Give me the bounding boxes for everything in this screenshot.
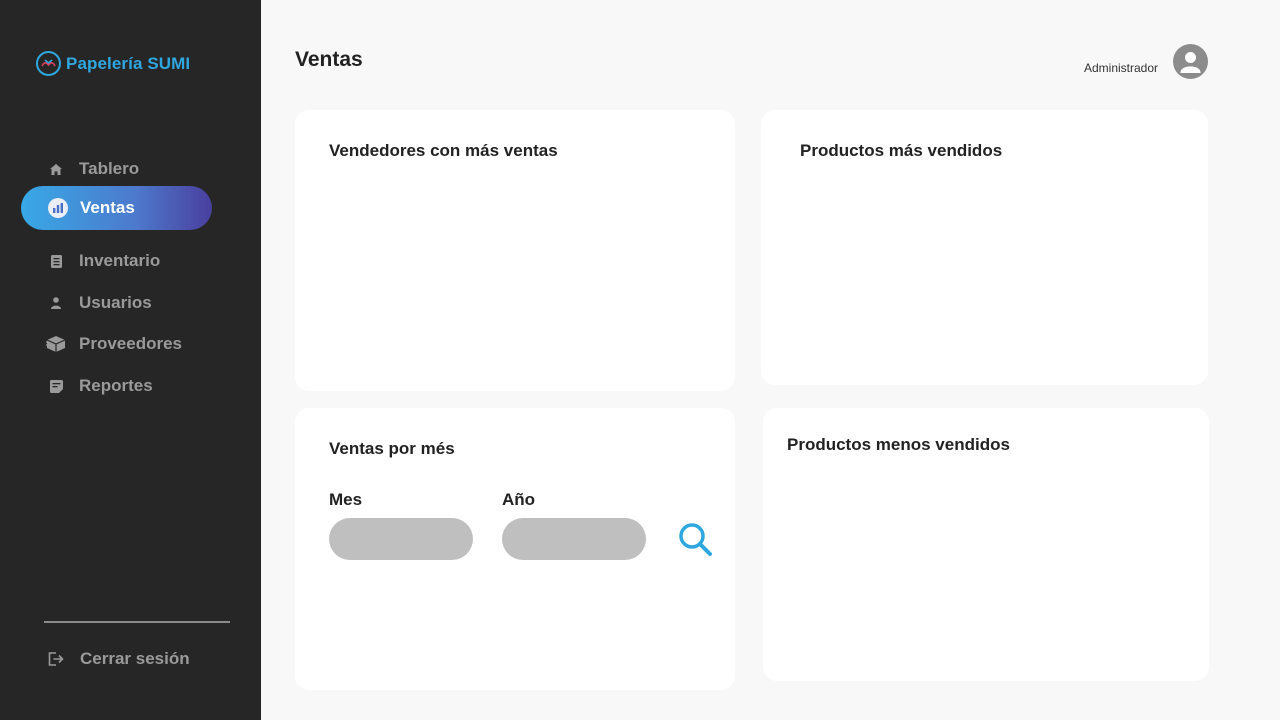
sidebar-item-usuarios[interactable]: Usuarios	[44, 291, 152, 315]
sidebar-item-ventas[interactable]: Ventas	[21, 186, 212, 230]
month-label: Mes	[329, 490, 363, 509]
sidebar-item-label: Ventas	[80, 198, 135, 217]
card-title: Ventas por més	[329, 439, 455, 458]
sidebar-item-inventario[interactable]: Inventario	[44, 249, 160, 273]
card-title: Vendedores con más ventas	[329, 141, 558, 160]
logout-label: Cerrar sesión	[80, 649, 190, 668]
logout-button[interactable]: Cerrar sesión	[48, 649, 190, 669]
sidebar-item-label: Usuarios	[79, 293, 152, 312]
logo-icon	[36, 51, 61, 76]
logout-icon	[48, 652, 64, 666]
month-input[interactable]	[329, 518, 473, 560]
home-icon	[44, 157, 68, 181]
avatar[interactable]	[1173, 44, 1208, 79]
brand-logo[interactable]: Papelería SUMI	[36, 51, 190, 76]
user-avatar-icon	[1180, 52, 1201, 73]
sidebar-item-label: Reportes	[79, 376, 153, 395]
sidebar-divider	[44, 621, 230, 623]
card-title: Productos menos vendidos	[787, 435, 1010, 454]
user-icon	[44, 291, 68, 315]
sidebar-item-proveedores[interactable]: Proveedores	[44, 332, 182, 356]
top-sellers-card: Vendedores con más ventas	[295, 110, 735, 391]
sidebar-item-label: Tablero	[79, 159, 140, 178]
sidebar-item-label: Inventario	[79, 251, 161, 270]
search-button[interactable]	[677, 521, 713, 557]
sidebar-item-reportes[interactable]: Reportes	[44, 374, 153, 398]
clipboard-icon	[44, 249, 68, 273]
top-products-card: Productos más vendidos	[761, 110, 1208, 385]
box-icon	[44, 332, 68, 356]
card-title: Productos más vendidos	[800, 141, 1003, 160]
search-icon	[679, 523, 712, 556]
brand-name: Papelería SUMI	[66, 53, 191, 73]
user-role: Administrador	[1084, 61, 1159, 75]
year-label: Año	[502, 490, 536, 509]
year-input[interactable]	[502, 518, 646, 560]
page-title: Ventas	[295, 48, 363, 71]
sidebar: Papelería SUMI Tablero Ventas Inventario…	[0, 0, 261, 720]
report-icon	[44, 374, 68, 398]
sales-chart-icon	[48, 198, 68, 218]
least-products-card: Productos menos vendidos	[763, 408, 1209, 681]
sidebar-item-tablero[interactable]: Tablero	[44, 157, 139, 181]
sidebar-item-label: Proveedores	[79, 334, 182, 353]
